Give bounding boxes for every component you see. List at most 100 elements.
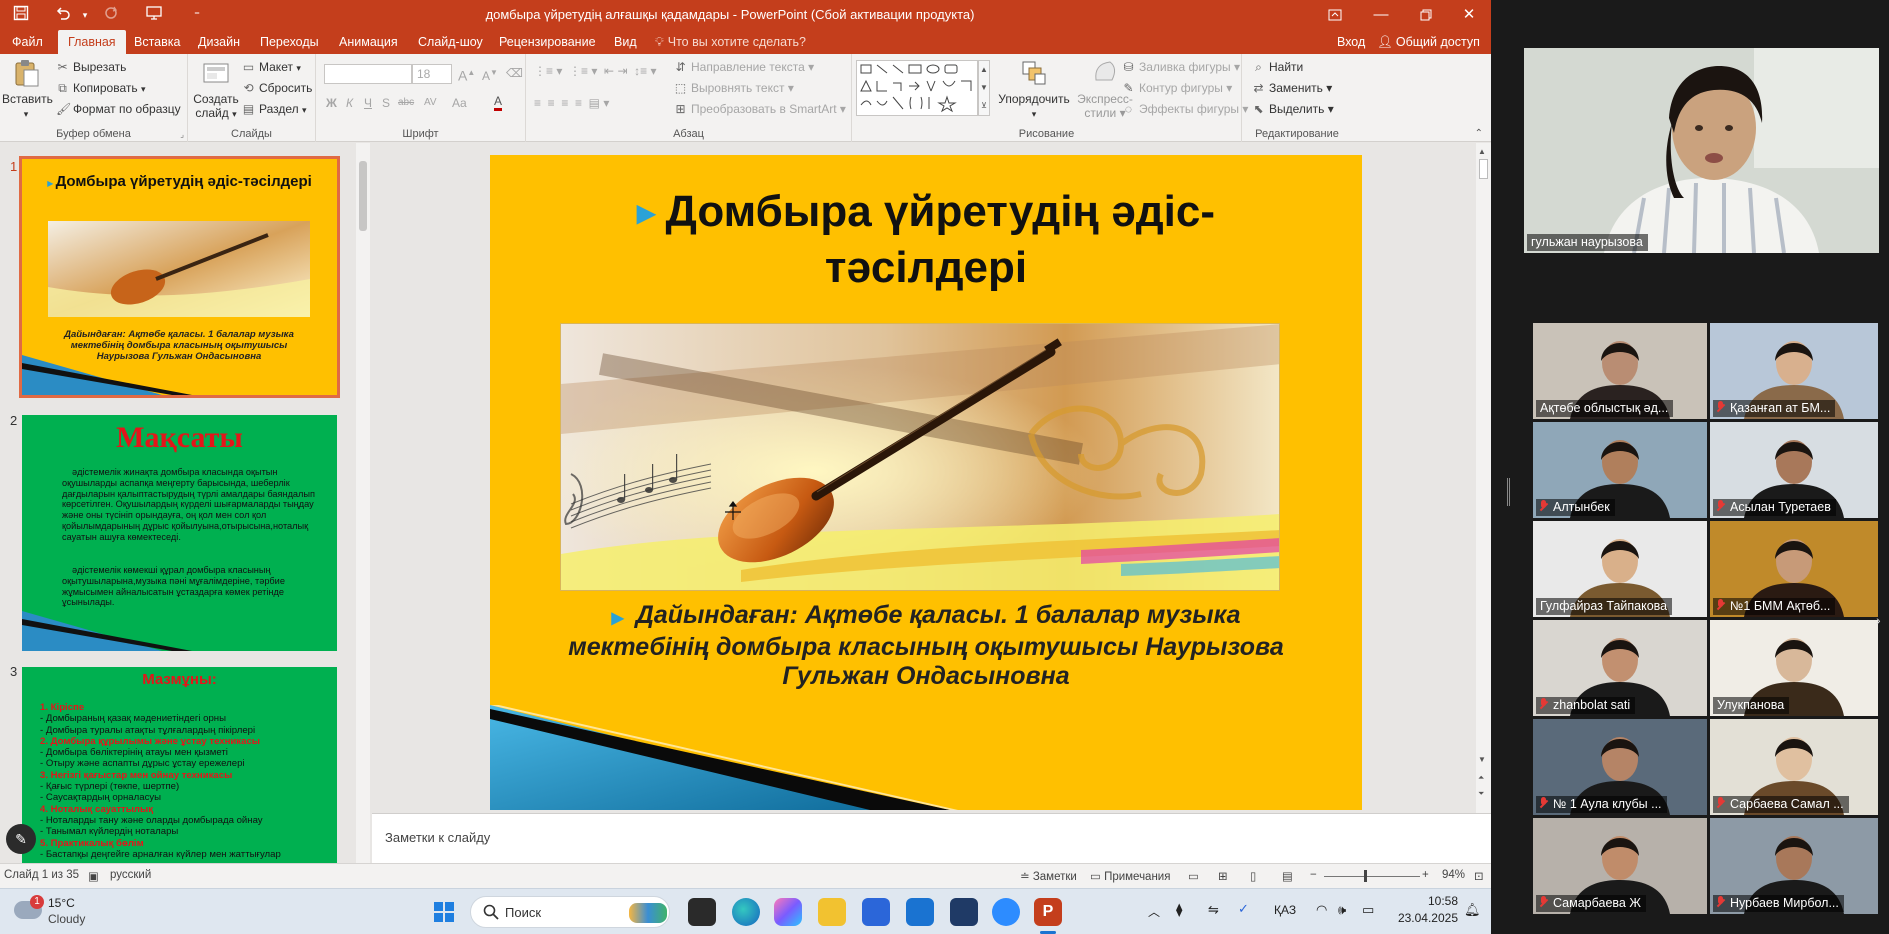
slideshow-from-start-icon[interactable] — [143, 5, 165, 25]
undo-icon[interactable] — [52, 5, 74, 25]
format-painter-button[interactable]: 🖌︎ Формат по образцу — [56, 100, 181, 118]
battery-icon[interactable]: ▭ — [1362, 902, 1374, 918]
clear-format-icon[interactable]: ⌫ — [506, 64, 523, 82]
participant-video-tile[interactable]: Улукпанова — [1710, 620, 1878, 716]
smartart-button[interactable]: ⊞ Преобразовать в SmartArt ▾ — [674, 100, 845, 118]
underline-button[interactable]: Ч — [364, 94, 372, 112]
slideshow-view-icon[interactable]: ▤ — [1282, 869, 1293, 883]
italic-button[interactable]: К — [346, 94, 353, 112]
thumbnail-scrollbar[interactable] — [356, 143, 370, 863]
zoom-in-icon[interactable]: + — [1422, 869, 1429, 881]
wifi-icon[interactable]: ◠ — [1316, 902, 1327, 918]
bold-button[interactable]: Ж — [326, 94, 337, 112]
edge-icon[interactable] — [732, 898, 760, 926]
tell-me-search[interactable]: 💡︎ Что вы хотите сделать? — [655, 30, 806, 54]
participant-video-tile[interactable]: Самарбаева Ж — [1533, 818, 1707, 914]
participant-video-tile[interactable]: № 1 Аула клубы ... — [1533, 719, 1707, 815]
close-button[interactable]: ✕ — [1446, 0, 1491, 30]
slide-thumbnail-1[interactable]: ▶ Домбыра үйретудің әдіс-тәсілдері Дайын… — [19, 156, 340, 398]
font-name-box[interactable] — [324, 64, 412, 84]
slide-scrollbar[interactable]: ▲ ▼ ⏶ ⏷ — [1476, 143, 1491, 813]
minimize-button[interactable]: — — [1358, 0, 1404, 30]
cut-button[interactable]: ✂ Вырезать — [56, 58, 126, 76]
participant-video-tile[interactable]: №1 БММ Ақтөб... — [1710, 521, 1878, 617]
char-spacing-button[interactable]: AV — [424, 94, 437, 112]
speaker-video-tile[interactable]: гульжан наурызова — [1524, 48, 1879, 253]
store-icon[interactable] — [862, 898, 890, 926]
tab-home[interactable]: Главная — [58, 30, 126, 54]
tab-animations[interactable]: Анимация — [339, 30, 398, 54]
tray-settings-icon[interactable]: ⇋ — [1208, 902, 1219, 918]
input-language[interactable]: ҚАЗ — [1274, 903, 1296, 917]
slide-scroll-thumb[interactable] — [1479, 159, 1488, 179]
arrange-button[interactable]: Упорядочить ▾ — [994, 58, 1074, 121]
participant-video-tile[interactable]: Гулфайраз Тайпакова — [1533, 521, 1707, 617]
tab-transitions[interactable]: Переходы — [260, 30, 319, 54]
change-case-button[interactable]: Aa — [452, 94, 467, 112]
shrink-font-icon[interactable]: A▼ — [482, 64, 498, 85]
tab-review[interactable]: Рецензирование — [499, 30, 596, 54]
slide-sorter-icon[interactable]: ⊞ — [1218, 869, 1228, 883]
tab-insert[interactable]: Вставка — [134, 30, 180, 54]
zoom-out-icon[interactable]: − — [1310, 869, 1317, 881]
align-text-button[interactable]: ⬚ Выровнять текст ▾ — [674, 79, 794, 97]
sign-in-link[interactable]: Вход — [1337, 30, 1365, 54]
powerpoint-app-icon[interactable]: P — [1034, 898, 1062, 926]
participant-video-tile[interactable]: zhanbolat sati — [1533, 620, 1707, 716]
notes-pane[interactable]: Заметки к слайду — [372, 813, 1491, 863]
tray-network-app-icon[interactable]: ✓ — [1238, 901, 1249, 917]
annotate-pen-icon[interactable]: ✎ — [6, 824, 36, 854]
grow-font-icon[interactable]: A▲ — [458, 64, 475, 85]
slide-thumbnail-2[interactable]: Мақсаты әдістемелік жинақта домбыра клас… — [22, 415, 337, 651]
thumbnail-scroll-thumb[interactable] — [359, 161, 367, 231]
notifications-bell-icon[interactable]: 🔔︎ — [1464, 902, 1481, 918]
replace-button[interactable]: ⇄ Заменить ▾ — [1252, 79, 1332, 97]
align-icons[interactable]: ≡ ≡ ≡ ≡ ▤ ▾ — [534, 94, 609, 112]
text-direction-button[interactable]: ⇵ Направление текста ▾ — [674, 58, 814, 76]
scroll-down-icon[interactable]: ▼ — [1478, 755, 1486, 764]
panel-resize-handle[interactable] — [1507, 478, 1510, 506]
shadow-button[interactable]: S — [382, 94, 390, 112]
shape-outline-button[interactable]: ✎ Контур фигуры ▾ — [1122, 79, 1232, 97]
task-view-icon[interactable] — [688, 898, 716, 926]
start-icon[interactable] — [430, 898, 458, 926]
language-indicator[interactable]: русский — [110, 869, 151, 881]
undo-dropdown-icon[interactable]: ▾ — [74, 5, 96, 25]
tab-view[interactable]: Вид — [614, 30, 637, 54]
file-explorer-icon[interactable] — [818, 898, 846, 926]
participant-video-tile[interactable]: Асылан Туретаев — [1710, 422, 1878, 518]
participant-video-tile[interactable]: Алтынбек — [1533, 422, 1707, 518]
fit-slide-icon[interactable]: ⊡ — [1474, 869, 1484, 883]
select-button[interactable]: ⬉ Выделить ▾ — [1252, 100, 1333, 118]
prev-slide-icon[interactable]: ⏶ — [1478, 773, 1484, 783]
taskbar-search[interactable]: Поиск — [470, 896, 670, 928]
participant-video-tile[interactable]: Нурбаев Мирбол... — [1710, 818, 1878, 914]
zoom-slider-thumb[interactable] — [1364, 870, 1367, 882]
next-slide-icon[interactable]: ⏷ — [1478, 789, 1484, 799]
clock-time[interactable]: 10:58 — [1394, 894, 1458, 908]
clock-date[interactable]: 23.04.2025 — [1386, 911, 1458, 925]
tray-app-icon[interactable]: ⧫ — [1176, 902, 1182, 918]
bullets-icon[interactable]: ⋮≡ ▾ ⋮≡ ▾ ⇤ ⇥ ↕≡ ▾ — [534, 62, 657, 80]
participant-video-tile[interactable]: Ақтөбе облыстық әд... — [1533, 323, 1707, 419]
new-slide-button[interactable]: Создать слайд ▾ — [192, 58, 240, 121]
find-button[interactable]: ⌕ Найти — [1252, 58, 1303, 76]
zoom-level[interactable]: 94% — [1442, 869, 1465, 881]
layout-button[interactable]: ▭ Макет ▾ — [242, 58, 301, 77]
comments-toggle[interactable]: ▭ Примечания — [1090, 869, 1170, 883]
tab-file[interactable]: Файл — [12, 30, 43, 54]
collapse-ribbon-icon[interactable]: ⌃ — [1475, 128, 1483, 139]
copy-button[interactable]: ⧉ Копировать ▾ — [56, 79, 145, 98]
shape-fill-button[interactable]: ⛁ Заливка фигуры ▾ — [1122, 58, 1240, 76]
tray-chevron-icon[interactable]: ︿ — [1148, 903, 1160, 920]
save-icon[interactable] — [10, 5, 32, 25]
paste-button[interactable]: Вставить ▾ — [2, 58, 53, 121]
shape-effects-button[interactable]: ◌ Эффекты фигуры ▾ — [1122, 100, 1248, 118]
dialog-launcher-icon[interactable]: ⌟ — [180, 130, 184, 139]
copilot-icon[interactable] — [774, 898, 802, 926]
reset-button[interactable]: ⟲ Сбросить — [242, 79, 312, 97]
spellcheck-icon[interactable]: ▣ — [88, 869, 99, 883]
ribbon-display-options-icon[interactable] — [1312, 0, 1358, 30]
customize-toolbar-icon[interactable]: ⁼ — [186, 5, 208, 25]
tab-slideshow[interactable]: Слайд-шоу — [418, 30, 483, 54]
